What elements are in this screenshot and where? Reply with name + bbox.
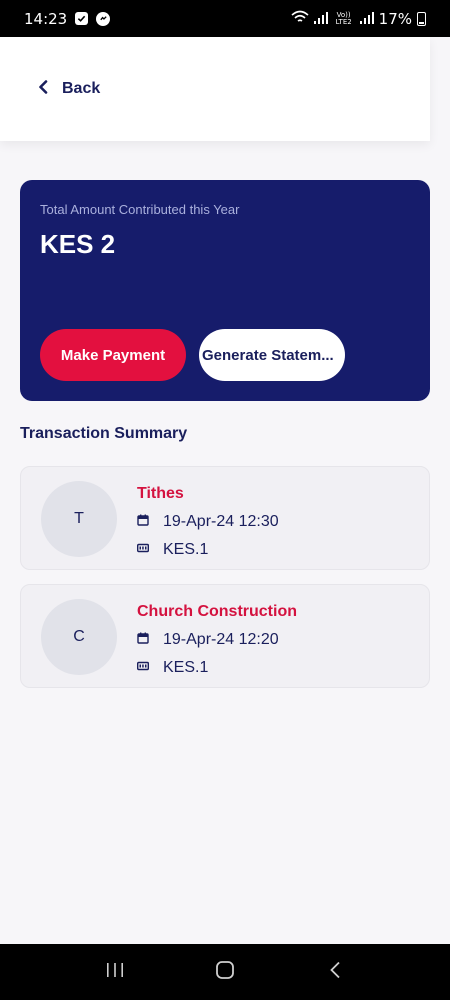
back-label: Back [62,80,101,97]
home-icon [215,960,235,985]
back-button[interactable]: Back [38,79,101,99]
transaction-date: 19-Apr-24 12:20 [163,631,279,648]
transaction-card[interactable]: C Church Construction 19-Apr-24 12:20 KE… [20,584,430,688]
transaction-avatar: T [41,481,117,557]
signal-icon [313,10,328,28]
transaction-date-row: 19-Apr-24 12:30 [137,513,279,531]
chevron-left-icon [38,79,48,99]
generate-statement-button[interactable]: Generate Statem... [199,329,345,381]
wifi-icon [291,10,309,28]
recent-apps-icon [106,962,124,983]
signal-icon-2 [359,10,374,28]
back-arrow-icon [329,961,341,984]
transaction-title: Church Construction [137,603,297,620]
checkbox-notification-icon [75,12,89,25]
transaction-date-row: 19-Apr-24 12:20 [137,631,279,649]
money-icon [137,541,149,559]
lte-label: Vo)) LTE2 [335,10,352,26]
calendar-icon [137,513,149,531]
recent-apps-button[interactable] [95,957,135,987]
money-icon [137,659,149,677]
system-navigation-bar [0,944,450,1000]
transaction-amount: KES.1 [163,541,209,558]
summary-amount: KES 2 [40,229,116,259]
summary-label: Total Amount Contributed this Year [40,202,240,217]
messenger-notification-icon [96,11,111,26]
battery-icon [417,11,426,26]
header: Back [0,37,430,141]
card-actions: Make Payment Generate Statem... [40,329,345,381]
calendar-icon [137,631,149,649]
transaction-amount-row: KES.1 [137,659,208,677]
make-payment-button[interactable]: Make Payment [40,329,186,381]
transaction-date: 19-Apr-24 12:30 [163,513,279,530]
transaction-avatar: C [41,599,117,675]
transaction-card[interactable]: T Tithes 19-Apr-24 12:30 KES.1 [20,466,430,570]
battery-percentage: 17% [378,9,412,28]
contribution-summary-card: Total Amount Contributed this Year KES 2… [20,180,430,401]
home-button[interactable] [205,957,245,987]
transaction-title: Tithes [137,485,184,502]
transaction-amount: KES.1 [163,659,209,676]
transaction-amount-row: KES.1 [137,541,208,559]
status-bar: 14:23 Vo)) LTE2 17% [0,0,450,37]
status-time: 14:23 [24,9,68,28]
back-nav-button[interactable] [315,957,355,987]
transaction-summary-title: Transaction Summary [20,425,188,442]
